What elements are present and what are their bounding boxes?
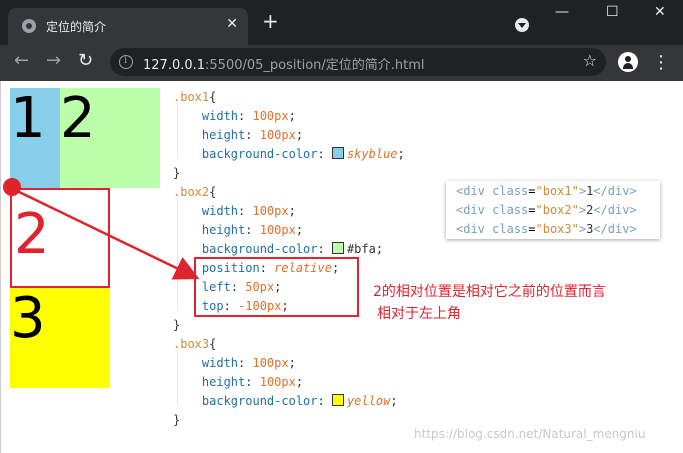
address-bar[interactable]: 127.0.0.1:5500/05_position/定位的简介.html ☆ [110, 48, 606, 76]
reload-button[interactable]: ↻ [78, 50, 93, 71]
url-text[interactable]: 127.0.0.1:5500/05_position/定位的简介.html [143, 54, 425, 73]
bookmark-star-icon[interactable]: ☆ [583, 51, 597, 70]
browser-tab[interactable]: 定位的简介 ✕ [8, 8, 248, 45]
tab-close-icon[interactable]: ✕ [226, 16, 238, 32]
tab-search-icon[interactable] [515, 18, 529, 32]
watermark: https://blog.csdn.net/Natural_mengniu [414, 427, 646, 441]
back-button[interactable]: ← [14, 50, 29, 71]
profile-avatar-icon[interactable] [618, 52, 638, 72]
window-close-button[interactable]: ✕ [654, 4, 666, 20]
browser-toolbar: ← → ↻ 127.0.0.1:5500/05_position/定位的简介.h… [0, 45, 683, 81]
tab-title: 定位的简介 [46, 20, 107, 34]
browser-titlebar: 定位的简介 ✕ + — ☐ ✕ [0, 0, 683, 45]
url-host: 127.0.0.1 [143, 58, 206, 73]
globe-icon [22, 19, 36, 33]
info-icon[interactable] [119, 55, 133, 69]
url-path: :5500/05_position/定位的简介.html [205, 58, 425, 73]
forward-button[interactable]: → [46, 50, 61, 71]
menu-icon[interactable]: ⋮ [652, 52, 670, 73]
new-tab-button[interactable]: + [262, 11, 279, 31]
page-content: 1 2 2 3 .box1{ width: 100px; height: 100… [0, 81, 683, 453]
minimize-button[interactable]: — [555, 4, 569, 20]
annotation-arrow [12, 187, 200, 280]
maximize-button[interactable]: ☐ [606, 4, 619, 20]
